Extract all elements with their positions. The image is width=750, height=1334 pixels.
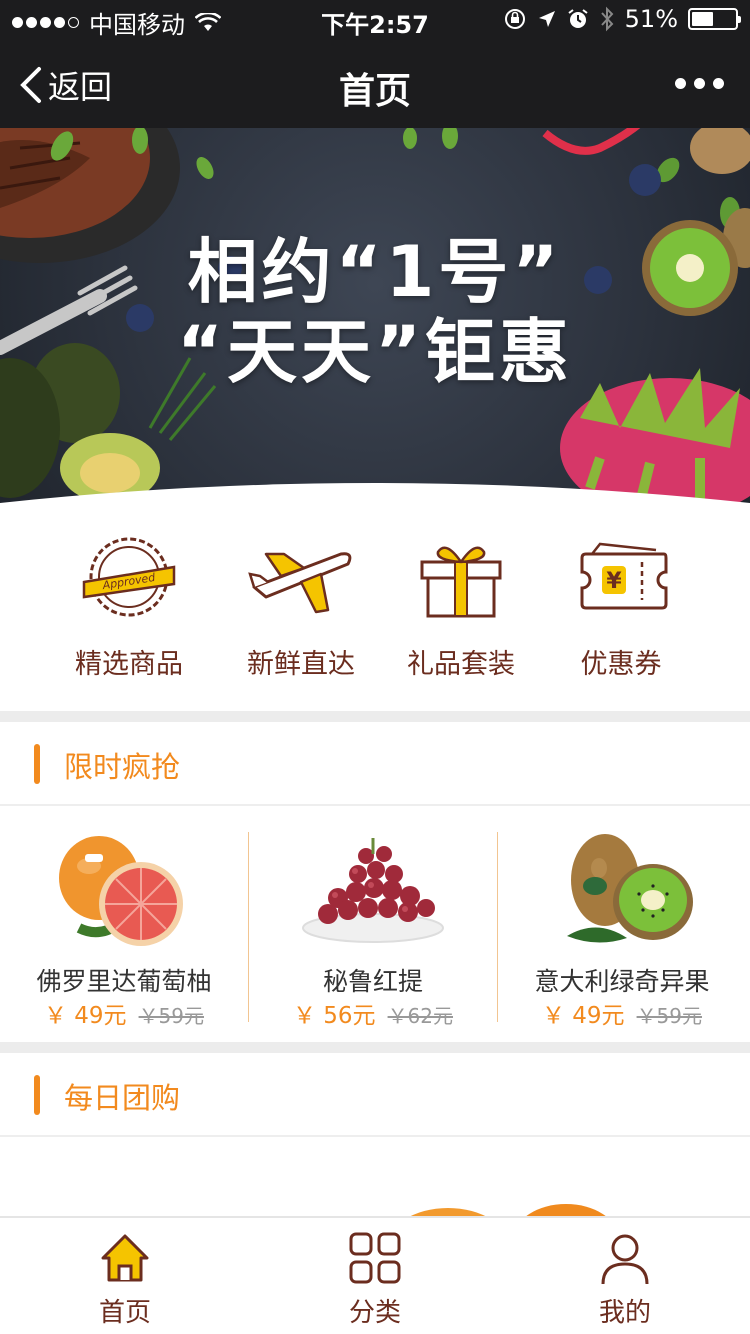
category-label: 礼品套装	[407, 649, 515, 680]
more-dot-icon	[694, 78, 705, 89]
tab-category[interactable]: 分类	[250, 1230, 500, 1329]
section-divider	[0, 1042, 750, 1053]
tab-label: 首页	[98, 1298, 151, 1328]
product-price: ￥ 49元 ￥59元	[0, 996, 248, 1030]
category-label: 新鲜直达	[247, 649, 355, 680]
current-price: ￥ 49元	[541, 1003, 625, 1029]
approved-badge-icon: Approved	[82, 537, 176, 617]
status-bar: 中国移动 下午2:57 51%	[0, 0, 750, 40]
section-divider	[0, 711, 750, 722]
current-price: ￥ 56元	[292, 1003, 376, 1029]
tab-label: 我的	[598, 1298, 651, 1328]
bluetooth-icon	[600, 6, 614, 32]
user-icon	[601, 1234, 649, 1285]
home-icon	[101, 1234, 149, 1282]
category-fresh-delivery[interactable]: 新鲜直达	[216, 532, 386, 681]
status-right: 51%	[503, 5, 741, 33]
battery-level	[692, 12, 714, 26]
location-arrow-icon	[538, 11, 555, 27]
red-grapes-image	[302, 838, 444, 943]
product-name: 佛罗里达葡萄柚	[36, 967, 212, 996]
category-label: 优惠券	[580, 649, 662, 680]
product-name: 秘鲁红提	[322, 967, 423, 996]
section-accent-bar	[34, 744, 40, 784]
kiwi-image	[567, 834, 693, 943]
tab-bar: 首页 分类 我的	[0, 1216, 750, 1334]
product-name: 意大利绿奇异果	[534, 967, 710, 996]
tab-label: 分类	[348, 1298, 401, 1328]
original-price: ￥59元	[636, 1004, 703, 1028]
alarm-icon	[568, 9, 588, 28]
section-title: 每日团购	[64, 1081, 181, 1115]
gift-box-icon	[420, 546, 502, 618]
category-shortcuts: Approved 精选商品 新鲜直达 礼品套装 ¥ 优惠券	[0, 518, 750, 711]
grapefruit-image	[59, 836, 183, 946]
more-dot-icon	[675, 78, 686, 89]
product-card[interactable]: 意大利绿奇异果 ￥ 49元 ￥59元	[498, 808, 746, 1042]
more-button[interactable]	[675, 78, 724, 89]
category-label: 精选商品	[75, 649, 183, 680]
orientation-lock-icon	[504, 9, 525, 29]
orange-image	[410, 1204, 606, 1216]
nav-bar: 返回 首页	[0, 40, 750, 128]
banner-curve	[0, 483, 750, 518]
product-card[interactable]: 秘鲁红提 ￥ 56元 ￥62元	[249, 808, 497, 1042]
product-price: ￥ 49元 ￥59元	[498, 996, 746, 1030]
original-price: ￥62元	[387, 1004, 454, 1028]
banner-line-1: 相约“1号”	[187, 231, 563, 313]
section-title: 限时疯抢	[64, 750, 181, 784]
svg-text:¥: ¥	[606, 569, 622, 594]
flash-sale-header[interactable]: 限时疯抢	[0, 722, 750, 806]
promo-banner[interactable]: 相约“1号” “天天”钜惠	[0, 128, 750, 518]
banner-headline: 相约“1号” “天天”钜惠	[0, 230, 750, 394]
battery-icon	[688, 8, 741, 30]
coupon-icon: ¥	[580, 542, 668, 610]
section-accent-bar	[34, 1075, 40, 1115]
category-coupons[interactable]: ¥ 优惠券	[536, 532, 706, 681]
airplane-icon	[248, 552, 352, 614]
current-price: ￥ 49元	[43, 1003, 127, 1029]
category-gift-set[interactable]: 礼品套装	[376, 532, 546, 681]
page-title: 首页	[338, 71, 411, 112]
tab-mine[interactable]: 我的	[500, 1230, 750, 1329]
banner-line-2: “天天”钜惠	[176, 311, 573, 393]
tab-home[interactable]: 首页	[0, 1230, 250, 1329]
product-price: ￥ 56元 ￥62元	[249, 996, 497, 1030]
flash-sale-list: 佛罗里达葡萄柚 ￥ 49元 ￥59元 秘鲁红提 ￥ 56元 ￥62元 意大利绿奇…	[0, 808, 750, 1042]
more-dot-icon	[713, 78, 724, 89]
group-buy-header[interactable]: 每日团购	[0, 1053, 750, 1137]
battery-percent: 51%	[624, 5, 678, 33]
grid-icon	[349, 1232, 401, 1284]
group-buy-content[interactable]	[0, 1138, 750, 1216]
category-featured[interactable]: Approved 精选商品	[44, 532, 214, 681]
original-price: ￥59元	[138, 1004, 205, 1028]
product-card[interactable]: 佛罗里达葡萄柚 ￥ 49元 ￥59元	[0, 808, 248, 1042]
